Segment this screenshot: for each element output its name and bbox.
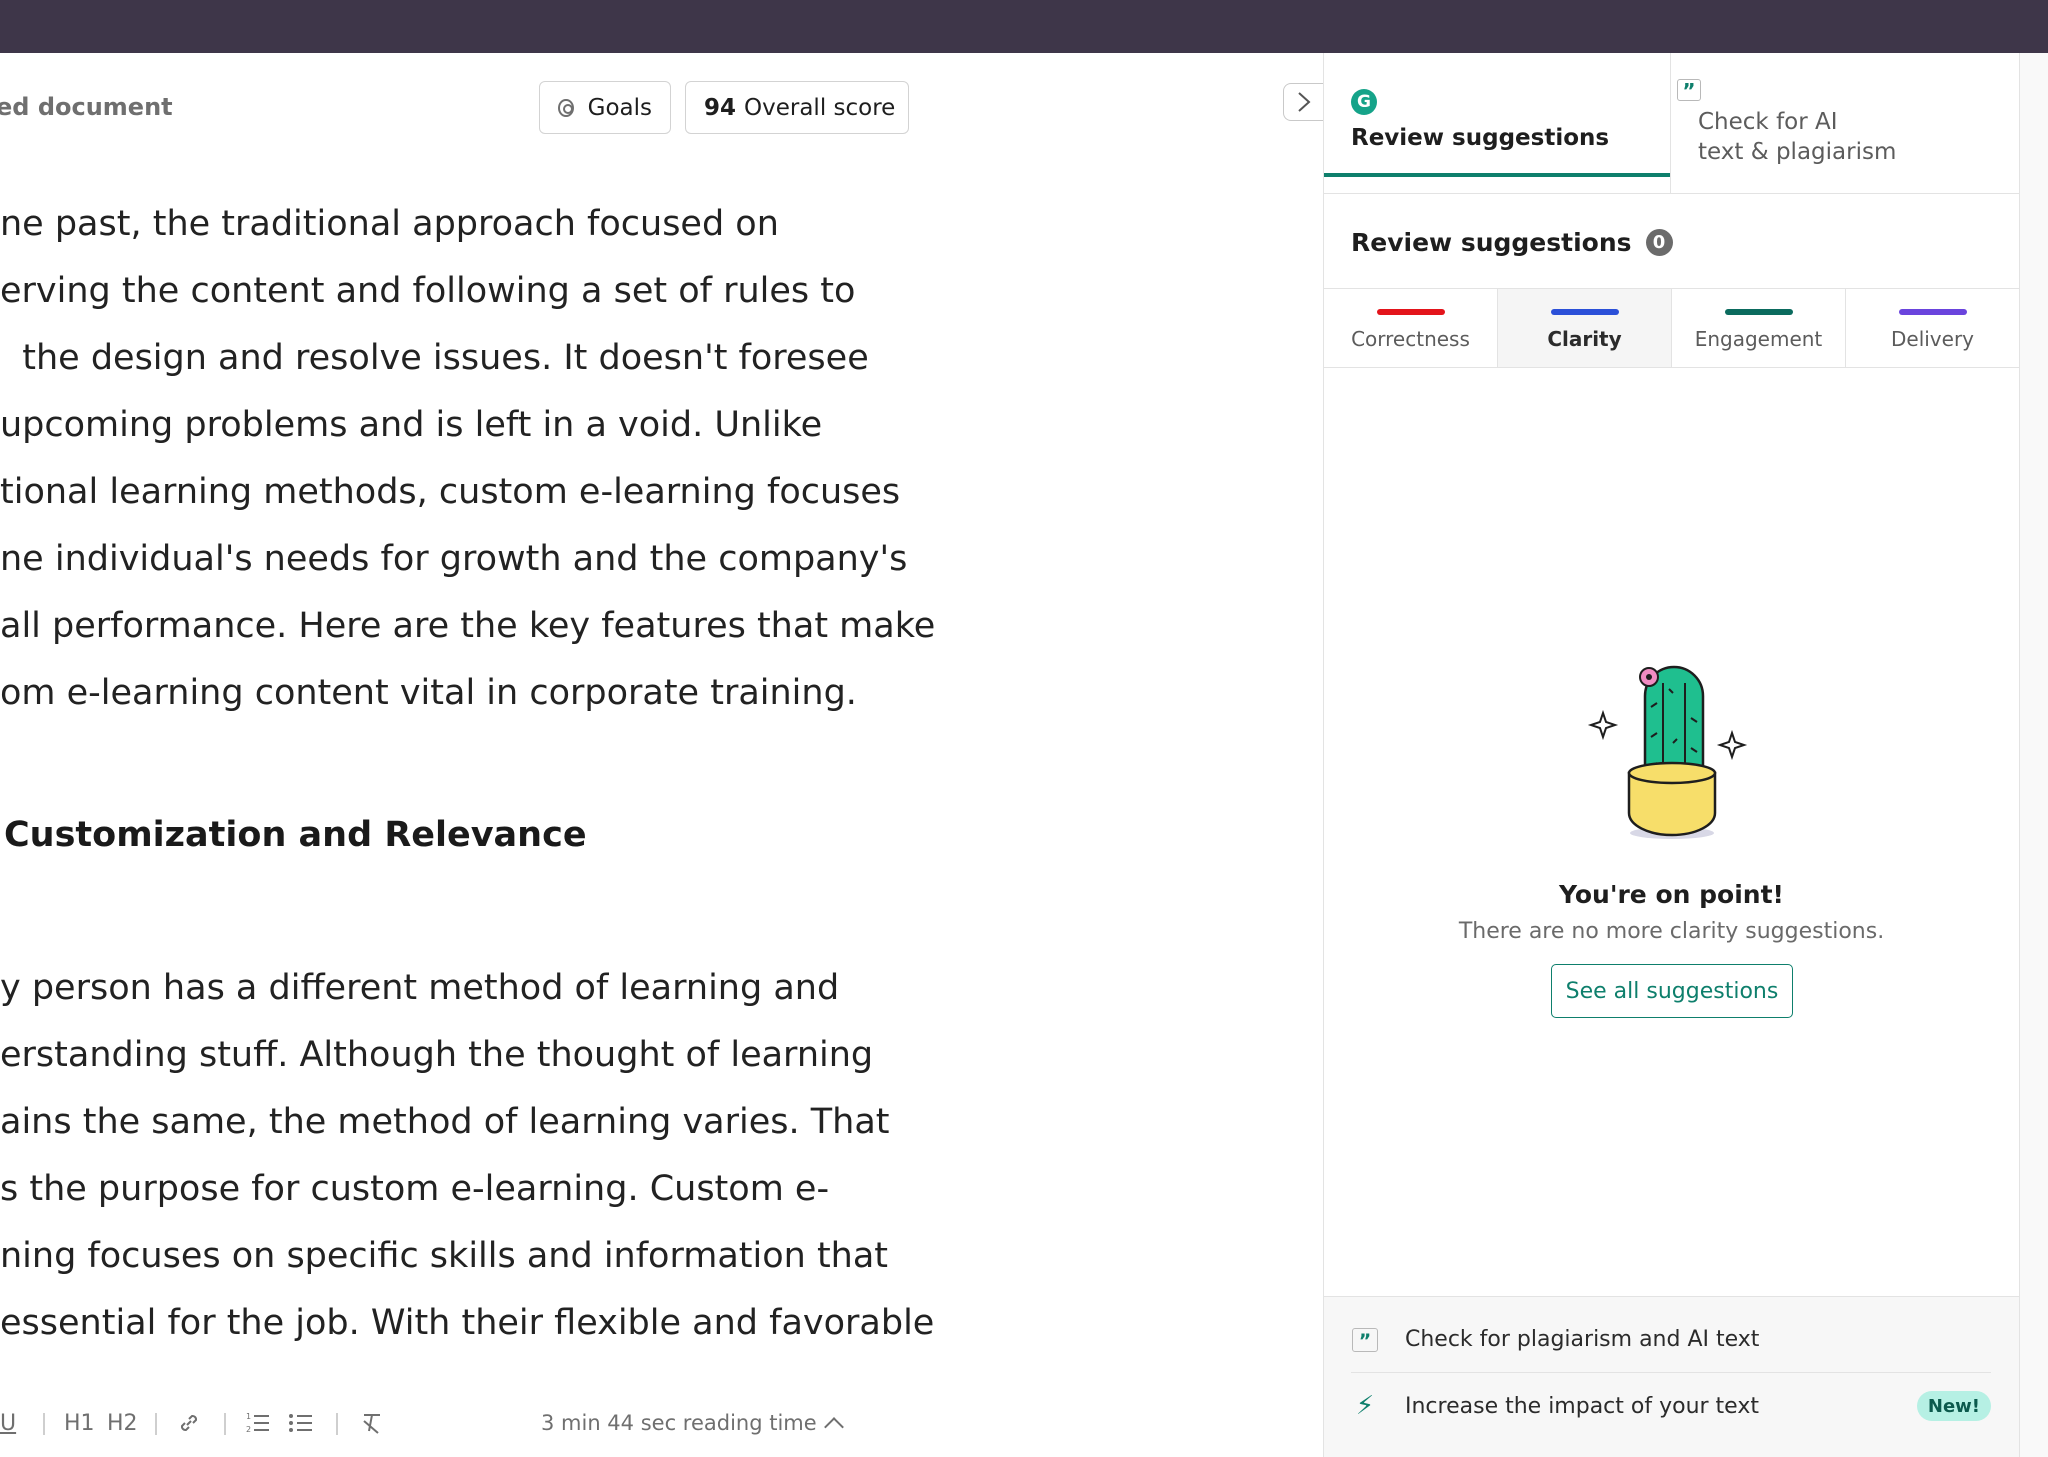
lightning-icon: ⚡ xyxy=(1355,1391,1375,1421)
collapse-sidebar-button[interactable] xyxy=(1283,83,1323,121)
text-line: tional learning methods, custom e-learni… xyxy=(0,472,901,512)
category-delivery[interactable]: Delivery xyxy=(1846,289,2019,367)
text-line: y person has a different method of learn… xyxy=(0,968,840,1008)
category-color-bar xyxy=(1724,309,1793,315)
svg-text:2: 2 xyxy=(246,1425,251,1434)
text-line: ne past, the traditional approach focuse… xyxy=(0,204,779,244)
editor-area: ed document Goals 94 Overall score ne pa… xyxy=(0,53,1323,1457)
score-label: Overall score xyxy=(744,94,896,121)
sidebar-edge xyxy=(2019,53,2048,1457)
suggestion-count-badge: 0 xyxy=(1645,229,1673,256)
quote-icon: ” xyxy=(1677,79,1701,102)
overall-score-button[interactable]: 94 Overall score xyxy=(685,81,909,134)
clear-format-icon xyxy=(363,1414,380,1434)
category-label: Correctness xyxy=(1351,327,1470,351)
toolbar-divider xyxy=(336,1413,338,1435)
document-title[interactable]: ed document xyxy=(0,93,173,121)
reading-time-label: 3 min 44 sec reading time xyxy=(541,1411,817,1435)
chevron-up-icon xyxy=(823,1417,844,1437)
category-engagement[interactable]: Engagement xyxy=(1672,289,1846,367)
underline-button[interactable]: U xyxy=(0,1393,16,1453)
tab-review-suggestions[interactable]: G Review suggestions xyxy=(1324,53,1670,177)
new-badge: New! xyxy=(1916,1391,1991,1421)
empty-state-title: You're on point! xyxy=(1559,880,1784,909)
category-color-bar xyxy=(1376,309,1445,315)
sidebar-tabs: G Review suggestions ” Check for AI text… xyxy=(1324,53,2019,194)
chevron-right-icon xyxy=(1297,92,1310,112)
category-label: Clarity xyxy=(1547,327,1622,351)
target-icon xyxy=(558,98,574,117)
text-line: ne individual's needs for growth and the… xyxy=(0,539,908,579)
increase-impact-label: Increase the impact of your text xyxy=(1405,1393,1759,1419)
empty-state-subtitle: There are no more clarity suggestions. xyxy=(1458,919,1885,944)
goals-button[interactable]: Goals xyxy=(539,81,671,134)
link-icon xyxy=(180,1414,198,1432)
toolbar-divider xyxy=(43,1413,45,1435)
check-plagiarism-label: Check for plagiarism and AI text xyxy=(1405,1327,1760,1352)
text-line: the design and resolve issues. It doesn'… xyxy=(0,338,869,378)
check-plagiarism-row[interactable]: ” Check for plagiarism and AI text xyxy=(1351,1307,1991,1373)
quote-icon: ” xyxy=(1352,1327,1378,1352)
category-label: Engagement xyxy=(1694,327,1823,351)
reading-time-toggle[interactable]: 3 min 44 sec reading time xyxy=(541,1393,844,1453)
heading1-button[interactable]: H1 xyxy=(64,1393,95,1453)
section-title-text: Review suggestions xyxy=(1351,228,1632,257)
format-toolbar: U H1 H2 1 2 3 min 44 sec reading time xyxy=(0,1393,1010,1453)
increase-impact-row[interactable]: ⚡ Increase the impact of your text New! xyxy=(1351,1373,1991,1439)
grammarly-logo-icon: G xyxy=(1351,89,1377,115)
category-color-bar xyxy=(1550,309,1619,315)
clear-format-button[interactable] xyxy=(360,1393,384,1453)
category-filter-row: Correctness Clarity Engagement Delivery xyxy=(1324,288,2019,368)
tab-ai-label-line1: Check for AI xyxy=(1698,109,1838,135)
bullet-list-icon xyxy=(289,1414,312,1432)
category-label: Delivery xyxy=(1890,327,1975,351)
numbered-list-button[interactable]: 1 2 xyxy=(245,1393,271,1453)
sidebar-footer: ” Check for plagiarism and AI text ⚡ Inc… xyxy=(1324,1296,2019,1457)
text-line: upcoming problems and is left in a void.… xyxy=(0,405,823,445)
section-title: Review suggestions 0 xyxy=(1351,228,1673,257)
score-value: 94 xyxy=(704,94,737,121)
assistant-sidebar: G Review suggestions ” Check for AI text… xyxy=(1323,53,2019,1457)
cactus-illustration-icon xyxy=(1587,653,1757,843)
paragraph-2[interactable]: y person has a different method of learn… xyxy=(0,955,934,1357)
text-line: ning focuses on specific skills and info… xyxy=(0,1236,889,1276)
category-clarity[interactable]: Clarity xyxy=(1498,289,1672,367)
text-line: ains the same, the method of learning va… xyxy=(0,1102,890,1142)
text-line: essential for the job. With their flexib… xyxy=(0,1303,935,1343)
category-correctness[interactable]: Correctness xyxy=(1324,289,1498,367)
tab-ai-label-line2: text & plagiarism xyxy=(1698,139,1897,165)
heading2-button[interactable]: H2 xyxy=(107,1393,138,1453)
numbered-list-icon: 1 2 xyxy=(246,1412,269,1434)
bullet-list-button[interactable] xyxy=(288,1393,314,1453)
goals-label: Goals xyxy=(587,94,652,121)
toolbar-divider xyxy=(155,1413,157,1435)
section-heading[interactable]: Customization and Relevance xyxy=(4,815,587,855)
top-bar xyxy=(0,0,2048,53)
text-line: all performance. Here are the key featur… xyxy=(0,606,936,646)
category-color-bar xyxy=(1898,309,1967,315)
link-button[interactable] xyxy=(176,1393,202,1453)
text-line: om e-learning content vital in corporate… xyxy=(0,673,857,713)
toolbar-divider xyxy=(224,1413,226,1435)
svg-text:1: 1 xyxy=(246,1412,251,1421)
text-line: erving the content and following a set o… xyxy=(0,271,856,311)
paragraph-1[interactable]: ne past, the traditional approach focuse… xyxy=(0,191,935,727)
tab-review-label: Review suggestions xyxy=(1351,125,1610,151)
text-line: erstanding stuff. Although the thought o… xyxy=(0,1035,874,1075)
see-all-suggestions-button[interactable]: See all suggestions xyxy=(1551,964,1793,1018)
text-line: s the purpose for custom e-learning. Cus… xyxy=(0,1169,830,1209)
